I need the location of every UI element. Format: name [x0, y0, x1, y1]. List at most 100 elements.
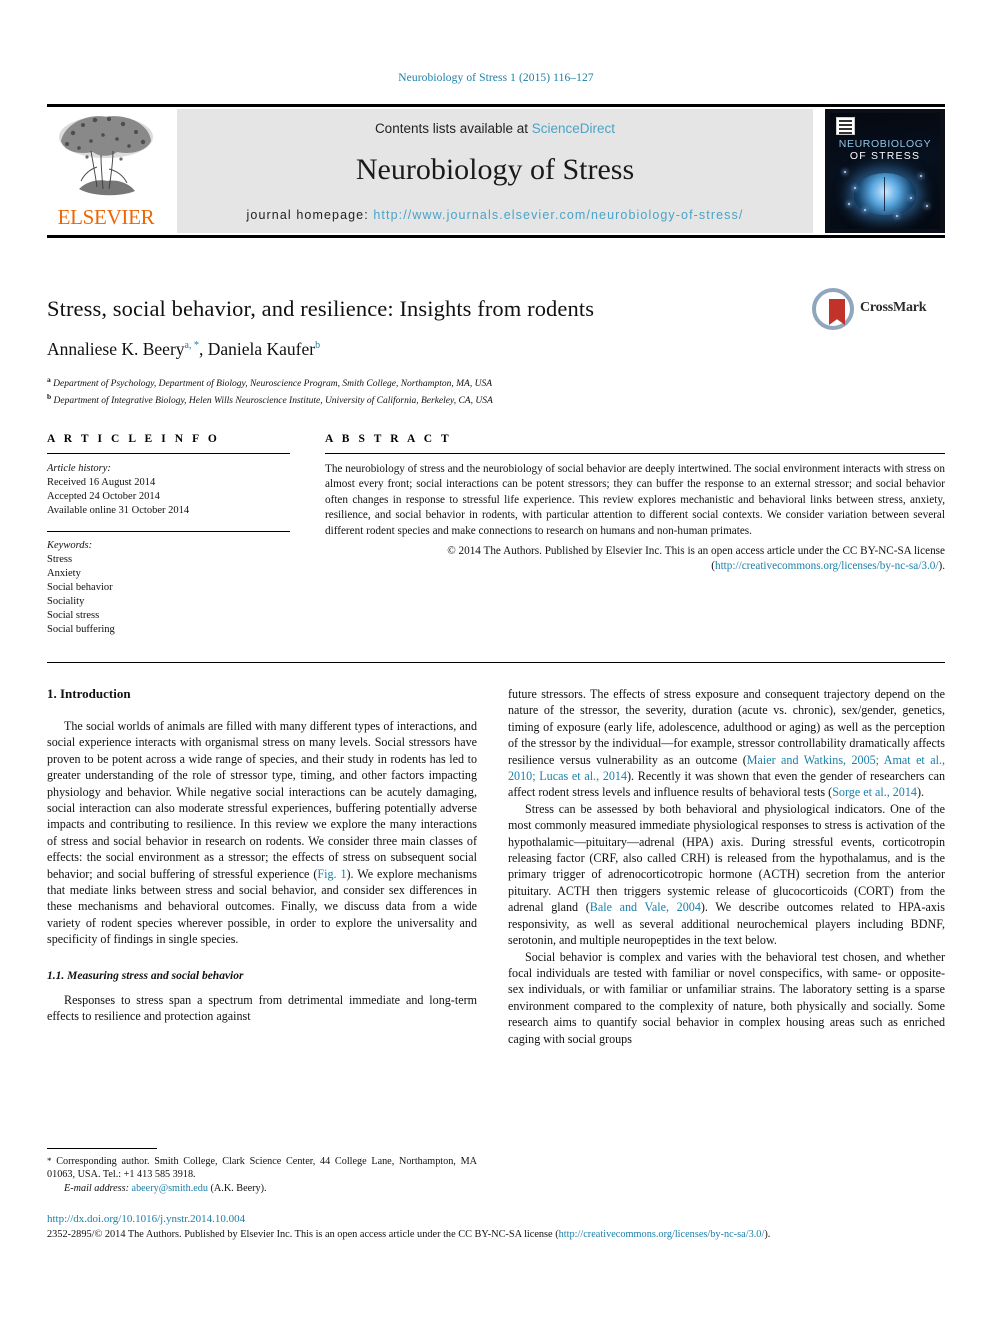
spark-icon — [844, 171, 846, 173]
abstract-heading: A B S T R A C T — [325, 433, 452, 445]
author-name[interactable]: Annaliese K. Beery — [47, 339, 185, 359]
email-note: E-mail address: abeery@smith.edu (A.K. B… — [47, 1182, 477, 1195]
footer-license: 2352-2895/© 2014 The Authors. Published … — [47, 1229, 945, 1240]
spark-icon — [920, 175, 922, 177]
journal-homepage-line: journal homepage: http://www.journals.el… — [177, 208, 813, 222]
journal-homepage-link[interactable]: http://www.journals.elsevier.com/neurobi… — [373, 208, 743, 222]
affiliation-list: a Department of Psychology, Department o… — [47, 374, 807, 407]
spark-icon — [864, 209, 866, 211]
article-info-section: A R T I C L E I N F O Article history: R… — [47, 433, 290, 637]
corresponding-text: Corresponding author. Smith College, Cla… — [47, 1156, 477, 1181]
paragraph-part: ). — [916, 785, 925, 800]
footnote-rule — [47, 1148, 157, 1149]
crossmark-label: CrossMark — [860, 300, 927, 315]
copyright-suffix: ). — [938, 560, 945, 573]
citation-link[interactable]: Bale and Vale, 2004 — [590, 900, 701, 914]
paragraph: Social behavior is complex and varies wi… — [508, 949, 945, 1046]
figure-reference-link[interactable]: Fig. 1 — [317, 867, 346, 881]
body-column-left: 1. Introduction The social worlds of ani… — [47, 686, 477, 1025]
paragraph: future stressors. The effects of stress … — [508, 686, 945, 801]
license-link[interactable]: http://creativecommons.org/licenses/by-n… — [715, 560, 939, 572]
footer-license-link[interactable]: http://creativecommons.org/licenses/by-n… — [559, 1229, 765, 1240]
affiliation-item: a Department of Psychology, Department o… — [47, 374, 807, 391]
doi-link[interactable]: http://dx.doi.org/10.1016/j.ynstr.2014.1… — [47, 1213, 945, 1225]
body-separator-rule — [47, 662, 945, 663]
paper-page: Neurobiology of Stress 1 (2015) 116–127 — [0, 0, 992, 1323]
crossmark-circle-icon — [812, 288, 854, 330]
contents-prefix: Contents lists available at — [374, 121, 532, 136]
cover-artwork: NEUROBIOLOGY OF STRESS — [830, 113, 940, 229]
journal-masthead: ELSEVIER Contents lists available at Sci… — [47, 104, 945, 238]
running-head: Neurobiology of Stress 1 (2015) 116–127 — [398, 72, 594, 84]
cover-badge-icon — [836, 117, 855, 135]
affiliation-item: b Department of Integrative Biology, Hel… — [47, 391, 807, 408]
article-title: Stress, social behavior, and resilience:… — [47, 296, 595, 321]
abstract-rule — [325, 453, 945, 454]
author-marks: a, * — [184, 340, 199, 352]
paragraph: Responses to stress span a spectrum from… — [47, 992, 477, 1024]
body-column-right: future stressors. The effects of stress … — [508, 686, 945, 1047]
authors-separator: , — [198, 339, 208, 359]
email-label: E-mail address: — [64, 1182, 129, 1194]
spark-icon — [896, 215, 898, 217]
author-name[interactable]: Daniela Kaufer — [208, 339, 315, 359]
crossmark-flag-icon — [829, 299, 845, 325]
keywords-block: Keywords: Stress Anxiety Social behavior… — [47, 531, 290, 637]
keywords-rule — [47, 531, 290, 532]
abstract-section: A B S T R A C T The neurobiology of stre… — [325, 433, 945, 575]
elsevier-tree-icon — [59, 116, 153, 196]
paragraph-part: Stress can be assessed by both behaviora… — [508, 801, 945, 915]
email-link[interactable]: abeery@smith.edu — [132, 1183, 208, 1194]
citation-link[interactable]: Sorge et al., 2014 — [832, 785, 917, 799]
article-info-heading: A R T I C L E I N F O — [47, 433, 220, 445]
article-history-label: Article history: — [47, 463, 111, 474]
elsevier-logo: ELSEVIER — [47, 109, 165, 233]
keyword-item: Social buffering — [47, 624, 115, 635]
keywords-list: Keywords: Stress Anxiety Social behavior… — [47, 539, 290, 637]
homepage-prefix: journal homepage: — [246, 208, 374, 222]
journal-title: Neurobiology of Stress — [355, 153, 635, 186]
spark-icon — [926, 205, 928, 207]
spark-icon — [848, 203, 850, 205]
spark-icon — [854, 187, 856, 189]
keyword-item: Stress — [47, 554, 73, 565]
history-item: Received 16 August 2014 — [47, 477, 156, 488]
paragraph: Stress can be assessed by both behaviora… — [508, 801, 945, 949]
sciencedirect-link[interactable]: ScienceDirect — [532, 121, 615, 136]
section-heading-introduction: 1. Introduction — [47, 686, 131, 701]
keyword-item: Social behavior — [47, 582, 113, 593]
paragraph: The social worlds of animals are filled … — [47, 718, 477, 948]
affiliation-text: Department of Psychology, Department of … — [53, 379, 492, 390]
elsevier-wordmark: ELSEVIER — [57, 205, 155, 229]
cover-title-line2: OF STRESS — [849, 150, 921, 162]
license-suffix: ). — [764, 1229, 771, 1240]
keywords-label: Keywords: — [47, 540, 93, 551]
article-info-rule — [47, 453, 290, 454]
keyword-item: Social stress — [47, 610, 100, 621]
keyword-item: Sociality — [47, 596, 85, 607]
author-marks: b — [315, 340, 321, 352]
keyword-item: Anxiety — [47, 568, 81, 579]
title-block: Stress, social behavior, and resilience:… — [47, 296, 807, 407]
affiliation-mark: b — [47, 391, 52, 401]
crossmark-badge[interactable]: CrossMark — [812, 286, 942, 332]
spark-icon — [910, 197, 912, 199]
license-prefix: 2352-2895/© 2014 The Authors. Published … — [47, 1229, 559, 1240]
affiliation-text: Department of Integrative Biology, Helen… — [53, 395, 493, 406]
history-item: Accepted 24 October 2014 — [47, 491, 160, 502]
abstract-text: The neurobiology of stress and the neuro… — [325, 463, 945, 537]
cover-title-line1: NEUROBIOLOGY — [838, 138, 932, 150]
author-list: Annaliese K. Beerya, *, Daniela Kauferb — [47, 339, 807, 360]
affiliation-mark: a — [47, 375, 51, 384]
subsection-heading: 1.1. Measuring stress and social behavio… — [47, 969, 244, 982]
journal-cover-thumbnail: NEUROBIOLOGY OF STRESS — [825, 109, 945, 233]
paragraph-part: The social worlds of animals are filled … — [47, 719, 477, 881]
footer-block: http://dx.doi.org/10.1016/j.ynstr.2014.1… — [47, 1213, 945, 1240]
corresponding-author-note: * Corresponding author. Smith College, C… — [47, 1155, 477, 1182]
footnote-block: * Corresponding author. Smith College, C… — [47, 1148, 477, 1195]
history-item: Available online 31 October 2014 — [47, 505, 190, 516]
contents-available-line: Contents lists available at ScienceDirec… — [177, 121, 813, 136]
masthead-bottom-rule — [47, 235, 945, 238]
article-history-block: Article history: Received 16 August 2014… — [47, 462, 290, 518]
masthead-top-rule — [47, 104, 945, 107]
